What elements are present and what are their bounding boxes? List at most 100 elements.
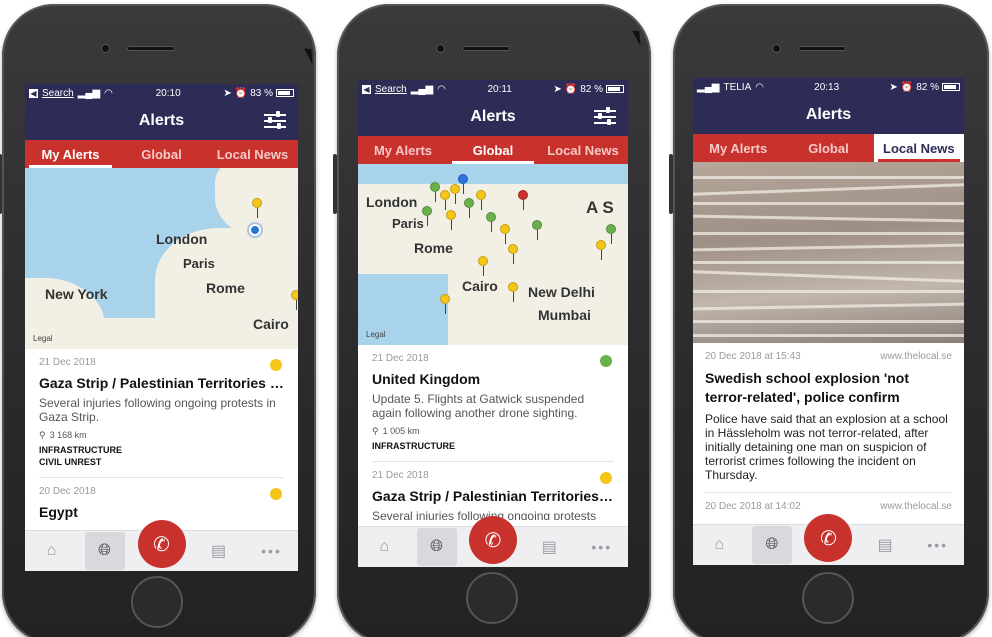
map-pin[interactable]	[440, 294, 450, 314]
back-to-search-link[interactable]: Search	[375, 84, 407, 95]
news-card[interactable]: 20 Dec 2018 at 15:43 www.thelocal.se Swe…	[705, 343, 952, 493]
map-pin[interactable]	[430, 182, 440, 202]
map-pin[interactable]	[478, 256, 488, 276]
home-button[interactable]	[131, 576, 183, 628]
map-pin[interactable]	[291, 290, 298, 310]
map-pin[interactable]	[596, 240, 606, 260]
map-label-paris: Paris	[392, 216, 424, 231]
map-pin[interactable]	[446, 210, 456, 230]
alerts-map[interactable]: London Paris Rome Cairo New York Legal	[25, 168, 298, 349]
news-icon[interactable]: ▤	[199, 532, 239, 570]
map-label-mumbai: Mumbai	[538, 307, 591, 323]
alarm-icon: ⏰	[900, 81, 914, 93]
map-pin[interactable]	[606, 224, 616, 244]
home-icon[interactable]: ⌂	[32, 532, 72, 570]
tab-global[interactable]: Global	[116, 140, 207, 168]
bottom-tab-bar: ⌂ 🌐︎ ✆ ▤ •••	[693, 514, 964, 565]
severity-indicator	[600, 472, 612, 484]
app-header: Alerts	[358, 98, 628, 136]
page-title: Alerts	[470, 108, 516, 125]
map-pin[interactable]	[458, 174, 468, 194]
home-button[interactable]	[466, 572, 518, 624]
map-pin[interactable]	[508, 282, 518, 302]
map-label-paris: Paris	[183, 256, 215, 271]
more-icon[interactable]: •••	[918, 526, 958, 564]
map-pin[interactable]	[440, 190, 450, 210]
globe-icon[interactable]: 🌐︎	[84, 532, 125, 570]
alert-description: Several injuries following ongoing prote…	[39, 396, 276, 424]
carrier-name: TELIA	[723, 81, 752, 93]
filter-settings-icon[interactable]	[594, 107, 616, 127]
phone-call-icon[interactable]: ✆	[137, 520, 186, 568]
alarm-icon: ⏰	[564, 83, 578, 95]
alert-headline: Egypt	[39, 504, 78, 520]
map-pin[interactable]	[518, 190, 528, 210]
battery-percent: 82 %	[916, 81, 939, 93]
battery-percent: 83 %	[250, 87, 273, 99]
map-pin[interactable]	[500, 224, 510, 244]
map-pin[interactable]	[476, 190, 486, 210]
current-location-marker	[249, 224, 261, 236]
map-pin[interactable]	[486, 212, 496, 232]
alert-description: Update 5. Flights at Gatwick suspended a…	[372, 392, 585, 420]
globe-icon[interactable]: 🌐︎	[416, 528, 457, 566]
alert-category: INFRASTRUCTURE	[39, 445, 122, 455]
alert-headline: United Kingdom	[372, 371, 481, 387]
front-camera	[101, 44, 110, 53]
tab-my-alerts[interactable]: My Alerts	[358, 136, 448, 164]
map-legal-link[interactable]: Legal	[33, 334, 53, 343]
map-pin[interactable]	[252, 198, 262, 218]
back-to-app-icon[interactable]: ◀	[29, 88, 38, 98]
tab-my-alerts[interactable]: My Alerts	[693, 134, 783, 162]
alert-card[interactable]: 21 Dec 2018 Gaza Strip / Palestinian Ter…	[372, 462, 614, 520]
status-time: 20:13	[814, 81, 840, 93]
back-to-search-link[interactable]: Search	[42, 88, 74, 99]
more-icon[interactable]: •••	[582, 528, 622, 566]
phone-call-icon[interactable]: ✆	[804, 514, 853, 562]
phone-screen: ◀ Search ▂▄▆ ◠ 20:10 ➤ ⏰ 83 % Alerts My …	[25, 84, 298, 571]
tab-local-news[interactable]: Local News	[873, 134, 964, 162]
alert-card[interactable]: 21 Dec 2018 United Kingdom Update 5. Fli…	[372, 345, 614, 462]
map-pin[interactable]	[464, 198, 474, 218]
tab-my-alerts[interactable]: My Alerts	[25, 140, 116, 168]
news-headline: Swedish school explosion 'not terror-rel…	[705, 370, 910, 405]
phone-call-icon[interactable]: ✆	[468, 516, 517, 564]
map-label-london: London	[366, 194, 418, 210]
status-time: 20:11	[487, 83, 512, 95]
globe-icon[interactable]: 🌐︎	[751, 526, 792, 564]
map-pin[interactable]	[422, 206, 432, 226]
map-label-asia: A S	[586, 198, 614, 217]
phone-1: ◀ Search ▂▄▆ ◠ 20:10 ➤ ⏰ 83 % Alerts My …	[0, 4, 316, 637]
alert-card[interactable]: 20 Dec 2018 Egypt	[39, 478, 284, 524]
bottom-tab-bar: ⌂ 🌐︎ ✆ ▤ •••	[25, 520, 298, 571]
home-button[interactable]	[802, 572, 854, 624]
tab-local-news[interactable]: Local News	[207, 140, 298, 168]
home-icon[interactable]: ⌂	[699, 526, 739, 564]
battery-icon	[605, 85, 624, 93]
home-icon[interactable]: ⌂	[364, 528, 404, 566]
news-icon[interactable]: ▤	[529, 528, 569, 566]
alerts-feed: 21 Dec 2018 United Kingdom Update 5. Fli…	[358, 345, 628, 520]
signal-icon: ▂▄▆	[697, 81, 720, 93]
back-to-app-icon[interactable]: ◀	[362, 84, 371, 94]
alerts-map[interactable]: London Paris Rome Cairo New Delhi Mumbai…	[358, 164, 628, 345]
alerts-tabs: My Alerts Global Local News	[693, 134, 964, 162]
map-pin[interactable]	[532, 220, 542, 240]
status-time: 20:10	[155, 87, 181, 99]
map-pin[interactable]	[508, 244, 518, 264]
news-icon[interactable]: ▤	[865, 526, 905, 564]
location-pin-icon: ⚲	[372, 426, 379, 436]
map-label-new-delhi: New Delhi	[528, 284, 595, 300]
news-source[interactable]: www.thelocal.se	[880, 351, 952, 362]
tab-local-news[interactable]: Local News	[538, 136, 628, 164]
more-icon[interactable]: •••	[252, 532, 292, 570]
tab-global[interactable]: Global	[783, 134, 873, 162]
alert-card[interactable]: 21 Dec 2018 Gaza Strip / Palestinian Ter…	[39, 349, 284, 478]
map-pin[interactable]	[450, 184, 460, 204]
phone-screen: ▂▄▆ TELIA ◠ 20:13 ➤ ⏰ 82 % Alerts My Ale…	[693, 78, 964, 565]
map-legal-link[interactable]: Legal	[366, 330, 386, 339]
news-source[interactable]: www.thelocal.se	[880, 501, 952, 512]
filter-settings-icon[interactable]	[264, 111, 286, 131]
tab-global[interactable]: Global	[448, 136, 538, 164]
front-camera	[436, 44, 445, 53]
